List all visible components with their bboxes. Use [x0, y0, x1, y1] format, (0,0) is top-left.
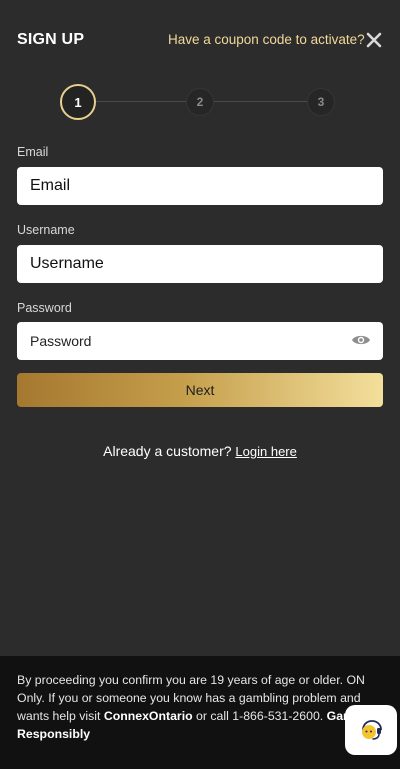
email-label: Email — [17, 145, 49, 159]
login-prompt: Already a customer? Login here — [0, 443, 400, 459]
stepper-connector — [214, 101, 307, 102]
eye-icon[interactable] — [351, 333, 371, 347]
next-button[interactable]: Next — [17, 373, 383, 407]
password-field[interactable] — [17, 322, 383, 360]
signup-header: SIGN UP Have a coupon code to activate? — [0, 0, 400, 80]
chat-support-button[interactable] — [345, 705, 397, 755]
coupon-code-link[interactable]: Have a coupon code to activate? — [168, 32, 365, 47]
page-title: SIGN UP — [17, 31, 85, 48]
stepper-connector — [96, 101, 186, 102]
step-2-indicator: 2 — [186, 88, 214, 116]
step-1-indicator: 1 — [60, 84, 96, 120]
signup-panel: SIGN UP Have a coupon code to activate? … — [0, 0, 400, 656]
step-3-indicator: 3 — [307, 88, 335, 116]
username-field[interactable] — [17, 245, 383, 283]
email-field[interactable] — [17, 167, 383, 205]
username-label: Username — [17, 223, 75, 237]
footer-text-phone: or call 1-866-531-2600. — [192, 709, 327, 723]
signup-stepper: 1 2 3 — [0, 84, 400, 124]
already-customer-text: Already a customer? — [103, 443, 232, 459]
chat-support-icon — [362, 720, 382, 740]
responsible-gambling-footer: By proceeding you confirm you are 19 yea… — [0, 656, 400, 769]
login-link[interactable]: Login here — [235, 444, 296, 459]
close-icon[interactable] — [364, 30, 384, 50]
password-label: Password — [17, 301, 72, 315]
connexontario-link[interactable]: ConnexOntario — [104, 709, 193, 723]
